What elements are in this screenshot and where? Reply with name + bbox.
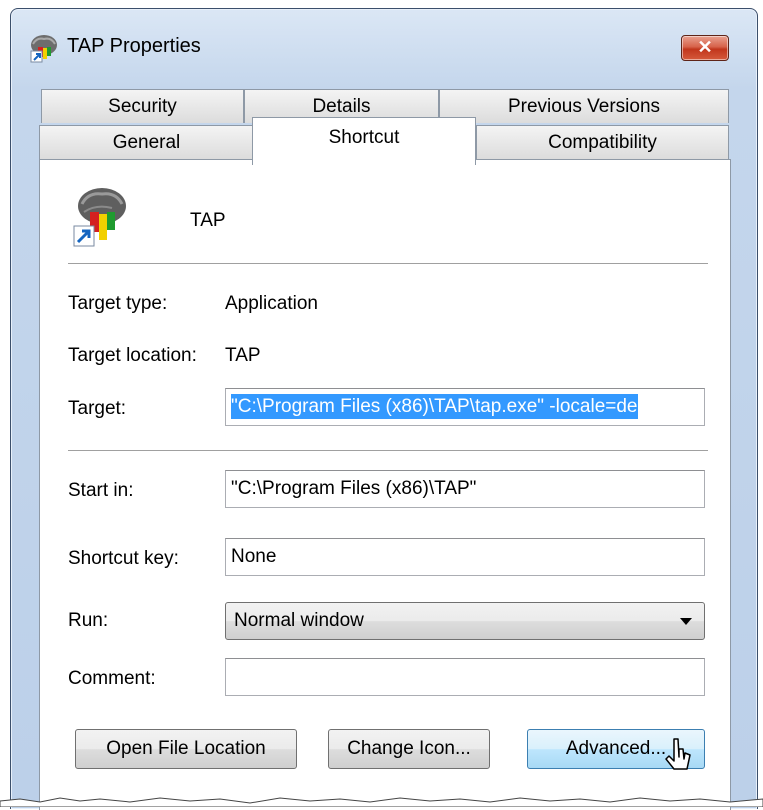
shortcut-key-label: Shortcut key: [68, 548, 179, 569]
tab-previous-versions[interactable]: Previous Versions [439, 89, 729, 123]
target-location-value: TAP [225, 345, 261, 366]
properties-window: TAP Properties ✕ Security Details Previo… [10, 8, 758, 810]
tab-shortcut[interactable]: Shortcut [252, 117, 476, 165]
target-type-label: Target type: [68, 293, 168, 314]
comment-field[interactable] [225, 658, 705, 696]
open-file-location-button[interactable]: Open File Location [75, 729, 297, 769]
target-label: Target: [68, 398, 127, 419]
shortcut-brain-icon [73, 188, 126, 247]
shortcut-key-field[interactable]: None [225, 538, 705, 576]
comment-label: Comment: [68, 668, 156, 689]
shortcut-name: TAP [190, 210, 226, 231]
tab-compatibility[interactable]: Compatibility [476, 125, 729, 159]
app-brain-icon [30, 35, 57, 63]
tab-general[interactable]: General [39, 125, 254, 159]
window-title: TAP Properties [67, 35, 201, 57]
tab-security[interactable]: Security [41, 89, 244, 123]
target-location-label: Target location: [68, 345, 197, 366]
shortcut-panel: TAP Target type: Application Target loca… [39, 159, 731, 810]
close-button[interactable]: ✕ [681, 35, 729, 61]
torn-edge [0, 797, 763, 807]
target-type-value: Application [225, 293, 318, 314]
separator [68, 450, 708, 452]
separator [68, 263, 708, 265]
target-field[interactable]: "C:\Program Files (x86)\TAP\tap.exe" -lo… [225, 388, 705, 426]
title-bar[interactable]: TAP Properties ✕ [11, 9, 757, 77]
run-select-value: Normal window [234, 610, 364, 631]
change-icon-button[interactable]: Change Icon... [328, 729, 490, 769]
start-in-label: Start in: [68, 480, 134, 501]
run-select[interactable]: Normal window [225, 602, 705, 640]
run-label: Run: [68, 610, 109, 631]
target-field-text: "C:\Program Files (x86)\TAP\tap.exe" -lo… [231, 394, 638, 419]
mouse-pointer-icon [665, 738, 691, 770]
dropdown-arrow-icon [680, 618, 692, 625]
start-in-field[interactable]: "C:\Program Files (x86)\TAP" [225, 470, 705, 508]
